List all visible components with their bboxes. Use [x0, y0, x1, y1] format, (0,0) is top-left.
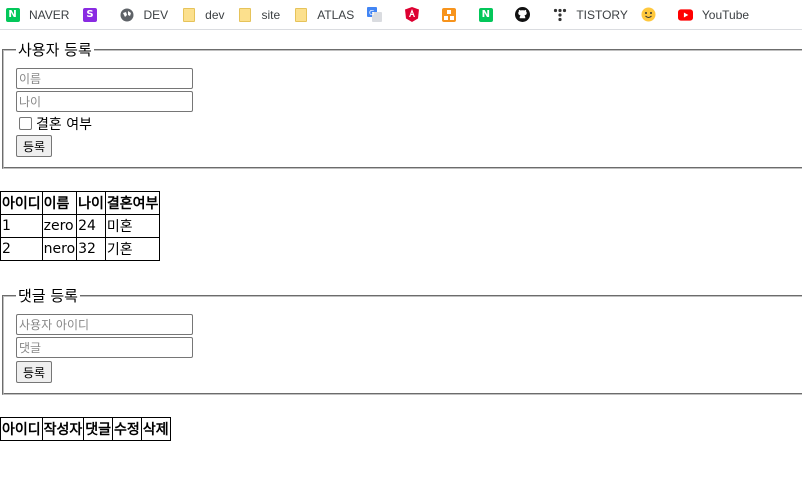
- svg-text:G: G: [369, 9, 374, 17]
- header-name: 이름: [41, 191, 78, 215]
- bookmark-naver[interactable]: N NAVER: [5, 7, 69, 22]
- comment-register-button[interactable]: 등록: [16, 361, 53, 383]
- header-married: 결혼여부: [104, 191, 161, 215]
- cell-married: 미혼: [104, 214, 161, 238]
- translate-icon: G: [367, 7, 383, 22]
- nodes-icon: [441, 7, 456, 22]
- header-writer: 작성자: [41, 417, 85, 441]
- user-register-button[interactable]: 등록: [16, 135, 53, 157]
- naver-icon: N: [5, 7, 20, 22]
- cell-id: 2: [0, 237, 43, 261]
- page-content: 사용자 등록 결혼 여부 등록 아이디 이름 나이 결혼여부 1 zero 24…: [0, 39, 802, 441]
- header-age: 나이: [76, 191, 106, 215]
- bookmark-label: NAVER: [29, 7, 70, 22]
- bookmark-folder-dev[interactable]: dev: [181, 7, 225, 22]
- table-header-row: 아이디 이름 나이 결혼여부: [0, 191, 161, 215]
- folder-icon: [293, 7, 308, 22]
- bookmark-folder-atlas[interactable]: ATLAS: [293, 7, 354, 22]
- stack-icon: S: [82, 7, 97, 22]
- bookmark-angular[interactable]: [404, 7, 428, 22]
- bookmark-label: TISTORY: [576, 7, 628, 22]
- user-form-legend: 사용자 등록: [18, 41, 92, 59]
- bookmark-translate[interactable]: G: [367, 7, 391, 22]
- bookmark-nodes[interactable]: [441, 7, 465, 22]
- cell-age: 32: [76, 237, 106, 261]
- user-register-form: 사용자 등록 결혼 여부 등록: [2, 39, 802, 169]
- header-edit: 수정: [112, 417, 142, 441]
- cell-id: 1: [0, 214, 43, 238]
- cell-name: zero: [41, 214, 78, 238]
- table-header-row: 아이디 작성자 댓글 수정 삭제: [0, 417, 171, 441]
- comment-input[interactable]: [16, 337, 193, 358]
- youtube-icon: [677, 7, 693, 22]
- bookmark-label: site: [261, 7, 281, 22]
- github-icon: [515, 7, 531, 22]
- married-label: 결혼 여부: [36, 116, 92, 133]
- bookmark-label: DEV: [143, 7, 169, 22]
- bookmark-github[interactable]: [515, 7, 539, 22]
- bookmark-label: ATLAS: [317, 7, 355, 22]
- smiley-icon: [641, 7, 656, 22]
- header-id: 아이디: [0, 417, 43, 441]
- table-row[interactable]: 1 zero 24 미혼: [0, 214, 161, 238]
- cell-married: 기혼: [104, 237, 161, 261]
- married-row: 결혼 여부: [16, 114, 790, 133]
- globe-icon: [119, 7, 134, 22]
- tistory-icon: [552, 7, 567, 22]
- header-comment: 댓글: [83, 417, 114, 441]
- table-row[interactable]: 2 nero 32 기혼: [0, 237, 161, 261]
- cell-name: nero: [41, 237, 78, 261]
- bookmark-label: YouTube: [701, 7, 750, 22]
- comment-register-form: 댓글 등록 등록: [2, 285, 802, 395]
- header-delete: 삭제: [140, 417, 171, 441]
- bookmark-tistory[interactable]: TISTORY: [552, 7, 628, 22]
- bookmark-youtube[interactable]: YouTube: [677, 7, 750, 22]
- married-checkbox[interactable]: [19, 117, 32, 130]
- bookmarks-bar: N NAVER S DEV dev site ATLAS G N TISTORY…: [0, 0, 802, 30]
- bookmark-folder-site[interactable]: site: [238, 7, 281, 22]
- angular-icon: [404, 7, 419, 22]
- bookmark-label: dev: [205, 7, 225, 22]
- user-list-table: 아이디 이름 나이 결혼여부 1 zero 24 미혼 2 nero 32 기혼: [0, 191, 161, 261]
- folder-icon: [238, 7, 253, 22]
- comment-form-legend: 댓글 등록: [18, 287, 78, 305]
- age-input[interactable]: [16, 91, 193, 112]
- bookmark-stack[interactable]: S: [82, 7, 106, 22]
- bookmark-dev[interactable]: DEV: [119, 7, 168, 22]
- naver-icon: N: [478, 7, 493, 22]
- userid-input[interactable]: [16, 314, 193, 335]
- bookmark-smiley[interactable]: [641, 7, 665, 22]
- name-input[interactable]: [16, 68, 193, 89]
- folder-icon: [181, 7, 196, 22]
- cell-age: 24: [76, 214, 106, 238]
- header-id: 아이디: [0, 191, 43, 215]
- bookmark-naver-2[interactable]: N: [478, 7, 502, 22]
- comment-list-table: 아이디 작성자 댓글 수정 삭제: [0, 417, 171, 441]
